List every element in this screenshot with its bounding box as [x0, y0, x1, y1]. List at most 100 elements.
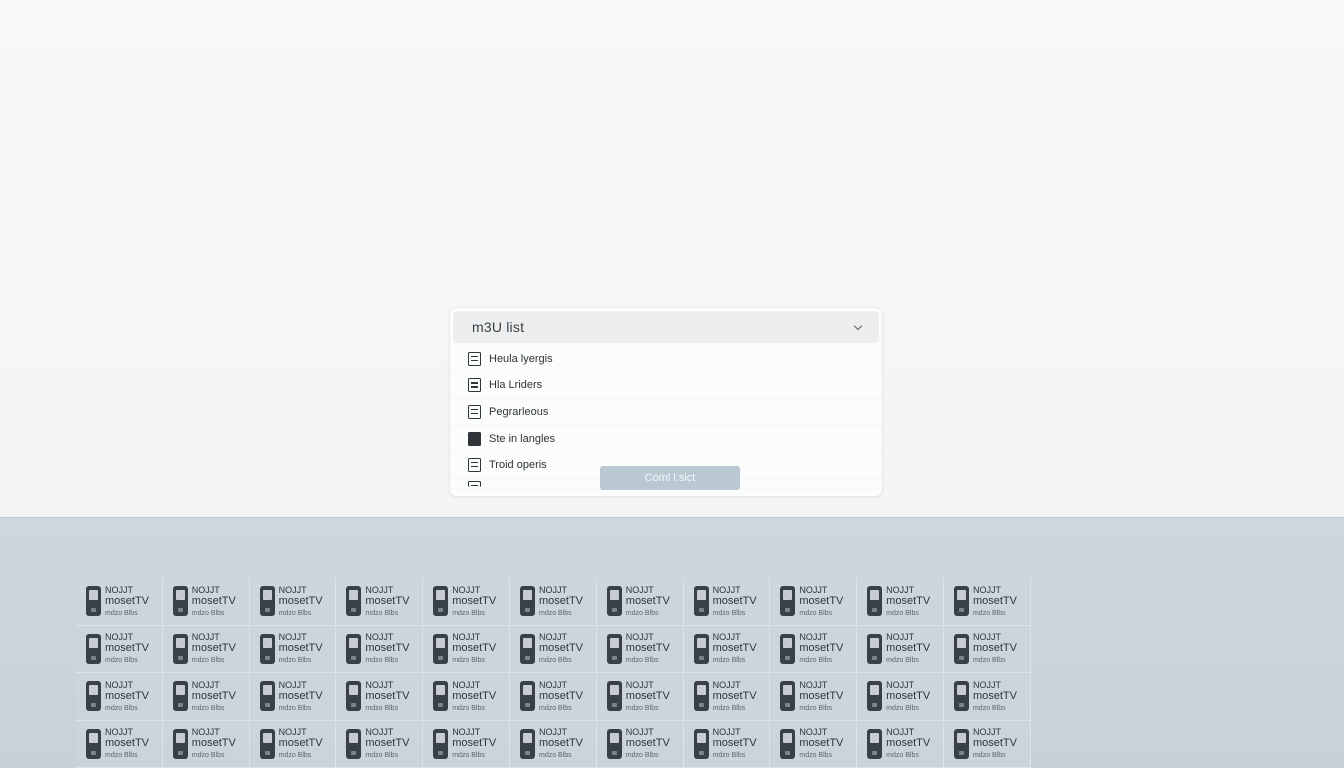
phone-icon: [780, 633, 796, 664]
phone-icon: [953, 728, 969, 759]
tile-line2: mosetTV: [972, 737, 1017, 750]
tile-line3: mdzo Blbs: [278, 657, 312, 665]
channel-tile[interactable]: NOJJT mosetTV mdzo Blbs: [770, 578, 858, 626]
tile-text: NOJJT mosetTV mdzo Blbs: [886, 633, 931, 665]
list-icon: [468, 458, 481, 473]
tile-line1: NOJJT: [972, 679, 1001, 690]
chevron-down-icon[interactable]: [853, 321, 863, 330]
channel-tile[interactable]: NOJJT mosetTV mdzo Blbs: [249, 673, 337, 721]
channel-tile[interactable]: NOJJT mosetTV mdzo Blbs: [770, 625, 858, 673]
tile-line1: NOJJT: [191, 632, 220, 643]
channel-tile[interactable]: NOJJT mosetTV mdzo Blbs: [509, 720, 597, 768]
channel-tile[interactable]: NOJJT mosetTV mdzo Blbs: [943, 625, 1031, 673]
tile-line1: NOJJT: [452, 584, 481, 595]
channel-tile[interactable]: NOJJT mosetTV mdzo Blbs: [162, 578, 250, 626]
tile-text: NOJJT mosetTV mdzo Blbs: [886, 585, 930, 617]
channel-tile[interactable]: NOJJT mosetTV mdzo Blbs: [596, 720, 684, 768]
tile-line2: mosetTV: [452, 689, 497, 702]
tile-line1: NOJJT: [278, 632, 307, 643]
phone-icon: [172, 728, 188, 759]
channel-tile[interactable]: NOJJT mosetTV mdzo Blbs: [249, 578, 337, 626]
tile-text: NOJJT mosetTV mdzo Blbs: [105, 728, 149, 760]
channel-tile[interactable]: NOJJT mosetTV mdzo Blbs: [76, 625, 163, 673]
dropdown-item[interactable]: Pegrarleous: [450, 399, 882, 426]
channel-tile[interactable]: NOJJT mosetTV mdzo Blbs: [423, 578, 510, 626]
channel-tile[interactable]: NOJJT mosetTV mdzo Blbs: [76, 673, 163, 721]
tile-line2: mosetTV: [712, 689, 757, 702]
channel-tile[interactable]: NOJJT mosetTV mdzo Blbs: [249, 625, 337, 673]
channel-tile[interactable]: NOJJT mosetTV mdzo Blbs: [943, 720, 1031, 768]
channel-tile[interactable]: NOJJT mosetTV mdzo Blbs: [770, 720, 858, 768]
dropdown-item[interactable]: Hla Lriders: [450, 373, 882, 400]
channel-tile[interactable]: NOJJT mosetTV mdzo Blbs: [683, 578, 771, 626]
tile-line1: NOJJT: [452, 727, 481, 738]
channel-tile[interactable]: NOJJT mosetTV mdzo Blbs: [249, 720, 337, 768]
phone-icon: [953, 681, 969, 712]
channel-tile[interactable]: NOJJT mosetTV mdzo Blbs: [76, 578, 163, 626]
channel-tile[interactable]: NOJJT mosetTV mdzo Blbs: [509, 625, 597, 673]
channel-tile[interactable]: NOJJT mosetTV mdzo Blbs: [770, 673, 858, 721]
channel-tile[interactable]: NOJJT mosetTV mdzo Blbs: [943, 673, 1031, 721]
tile-line1: NOJJT: [712, 584, 741, 595]
channel-tile[interactable]: NOJJT mosetTV mdzo Blbs: [336, 578, 424, 626]
channel-tile[interactable]: NOJJT mosetTV mdzo Blbs: [596, 578, 684, 626]
tile-line2: mosetTV: [191, 642, 236, 655]
phone-icon: [86, 633, 101, 664]
tile-line3: mdzo Blbs: [625, 609, 659, 617]
tile-line2: mosetTV: [191, 594, 236, 607]
dropdown-item[interactable]: Heula lyergis: [450, 346, 882, 373]
tile-line2: mosetTV: [452, 594, 497, 607]
channel-tile[interactable]: NOJJT mosetTV mdzo Blbs: [336, 673, 424, 721]
dropdown-header[interactable]: m3U list: [453, 311, 879, 343]
channel-tile[interactable]: NOJJT mosetTV mdzo Blbs: [683, 673, 771, 721]
channel-tile[interactable]: NOJJT mosetTV mdzo Blbs: [76, 720, 163, 768]
channel-tile[interactable]: NOJJT mosetTV mdzo Blbs: [162, 673, 250, 721]
channel-tile[interactable]: NOJJT mosetTV mdzo Blbs: [162, 625, 250, 673]
channel-tile[interactable]: NOJJT mosetTV mdzo Blbs: [857, 673, 944, 721]
tile-line3: mdzo Blbs: [886, 609, 919, 617]
channel-tile[interactable]: NOJJT mosetTV mdzo Blbs: [683, 720, 771, 768]
confirm-list-button[interactable]: Coml l.sict: [600, 466, 740, 490]
channel-tile[interactable]: NOJJT mosetTV mdzo Blbs: [857, 625, 944, 673]
channel-tile[interactable]: NOJJT mosetTV mdzo Blbs: [857, 720, 944, 768]
tile-line3: mdzo Blbs: [191, 657, 225, 665]
tile-line2: mosetTV: [886, 642, 931, 655]
channel-tile[interactable]: NOJJT mosetTV mdzo Blbs: [509, 673, 597, 721]
channel-tile[interactable]: NOJJT mosetTV mdzo Blbs: [336, 625, 424, 673]
channel-tile[interactable]: NOJJT mosetTV mdzo Blbs: [336, 720, 424, 768]
phone-icon: [953, 633, 969, 664]
phone-icon: [867, 586, 883, 617]
phone-icon: [259, 681, 275, 712]
channel-tile[interactable]: NOJJT mosetTV mdzo Blbs: [423, 673, 510, 721]
channel-tile[interactable]: NOJJT mosetTV mdzo Blbs: [943, 578, 1031, 626]
tile-line2: mosetTV: [972, 642, 1017, 655]
tile-line1: NOJJT: [799, 584, 828, 595]
tile-line3: mdzo Blbs: [799, 704, 833, 712]
phone-icon: [86, 728, 101, 759]
dropdown-item[interactable]: Ste in langles: [450, 426, 882, 453]
channel-tile[interactable]: NOJJT mosetTV mdzo Blbs: [423, 625, 510, 673]
phone-icon: [867, 728, 883, 759]
tile-line2: mosetTV: [972, 689, 1017, 702]
channel-tile[interactable]: NOJJT mosetTV mdzo Blbs: [857, 578, 944, 626]
phone-icon: [433, 728, 449, 759]
tile-text: NOJJT mosetTV mdzo Blbs: [365, 633, 409, 665]
tile-line1: NOJJT: [972, 632, 1001, 643]
channel-tile[interactable]: NOJJT mosetTV mdzo Blbs: [596, 673, 684, 721]
tile-line2: mosetTV: [278, 689, 323, 702]
tile-line2: mosetTV: [712, 594, 757, 607]
tile-line1: NOJJT: [712, 679, 741, 690]
channel-shelf: NOJJT mosetTV mdzo Blbs NOJJT mosetTV mdzo Bl…: [0, 517, 1344, 768]
channel-tile[interactable]: NOJJT mosetTV mdzo Blbs: [683, 625, 771, 673]
channel-tile[interactable]: NOJJT mosetTV mdzo Blbs: [596, 625, 684, 673]
tile-line2: mosetTV: [886, 689, 931, 702]
channel-tile[interactable]: NOJJT mosetTV mdzo Blbs: [162, 720, 250, 768]
phone-icon: [606, 586, 622, 617]
tile-line1: NOJJT: [538, 679, 567, 690]
tile-text: NOJJT mosetTV mdzo Blbs: [972, 728, 1017, 760]
channel-tile[interactable]: NOJJT mosetTV mdzo Blbs: [423, 720, 510, 768]
tile-text: NOJJT mosetTV mdzo Blbs: [279, 728, 323, 760]
channel-tile[interactable]: NOJJT mosetTV mdzo Blbs: [509, 578, 597, 626]
tile-line3: mdzo Blbs: [105, 609, 138, 617]
tile-line2: mosetTV: [625, 594, 670, 607]
